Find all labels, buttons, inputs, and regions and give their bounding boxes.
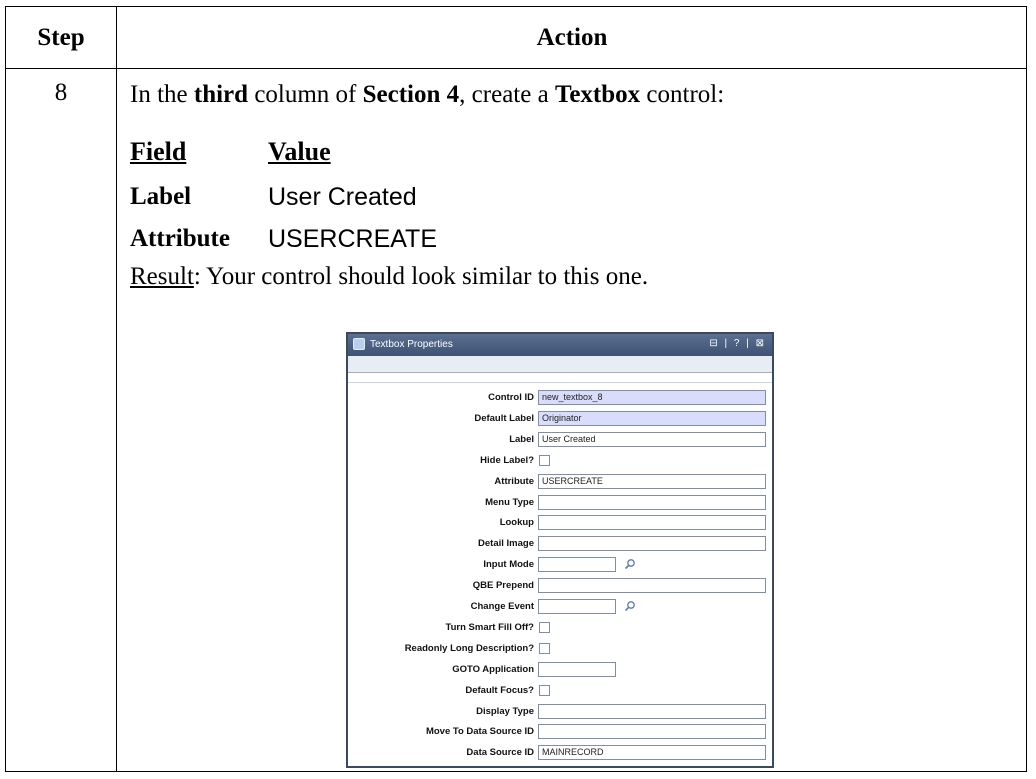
property-label-attribute: Attribute	[494, 475, 534, 487]
property-label-default-label: Default Label	[474, 412, 534, 424]
step-column-header: Step	[37, 24, 85, 51]
property-checkbox-turn-smart-fill-off[interactable]	[539, 621, 550, 633]
property-input-attribute[interactable]: USERCREATE	[538, 473, 766, 489]
result-text: Result: Your control should look similar…	[130, 263, 648, 291]
field-value-attribute: USERCREATE	[268, 225, 438, 253]
dialog-app-icon	[353, 338, 365, 350]
property-label-turn-smart-fill-off: Turn Smart Fill Off?	[445, 621, 535, 633]
column-divider	[116, 7, 117, 771]
property-label-goto-application: GOTO Application	[452, 663, 534, 675]
field-value-label: User Created	[268, 183, 417, 211]
dialog-title-bar: Textbox Properties ⊟ | ? | ⊠	[348, 334, 772, 356]
instruction-part: , create a	[459, 81, 555, 108]
property-input-move-to-data-source-id[interactable]	[538, 724, 766, 740]
property-label-qbe-prepend: QBE Prepend	[472, 580, 534, 592]
action-column-header: Action	[536, 24, 608, 51]
textbox-properties-dialog: Textbox Properties ⊟ | ? | ⊠ Control ID n…	[346, 332, 774, 768]
property-label-move-to-data-source-id: Move To Data Source ID	[425, 726, 534, 738]
value-column-heading: Value	[268, 137, 331, 166]
instruction-bold-control: Textbox	[554, 81, 641, 108]
property-label-detail-image: Detail Image	[478, 538, 534, 550]
result-description: : Your control should look similar to th…	[193, 263, 649, 290]
property-label-readonly-long-description: Readonly Long Description?	[404, 642, 534, 654]
property-input-detail-image[interactable]	[538, 536, 766, 552]
instruction-part: column of	[248, 81, 363, 108]
magnifier-icon[interactable]	[624, 600, 636, 612]
dialog-toolbar	[348, 356, 772, 373]
property-label-display-type: Display Type	[476, 705, 534, 717]
property-label-menu-type: Menu Type	[485, 496, 534, 508]
property-input-lookup[interactable]	[538, 515, 766, 531]
property-input-goto-application[interactable]	[538, 661, 616, 677]
instruction-text: In the third column of Section 4, create…	[130, 81, 724, 109]
instruction-bold-section: Section 4	[362, 81, 460, 108]
property-label-control-id: Control ID	[488, 392, 534, 403]
property-input-input-mode[interactable]	[538, 557, 616, 573]
field-column-heading: Field	[130, 137, 187, 166]
property-label-input-mode: Input Mode	[483, 559, 534, 571]
property-label-change-event: Change Event	[470, 601, 534, 612]
instruction-part: In the	[130, 81, 194, 108]
property-input-data-source-id[interactable]: MAINRECORD	[538, 745, 766, 761]
property-label-label: Label	[509, 433, 534, 445]
property-label-default-focus: Default Focus?	[465, 684, 534, 696]
property-checkbox-hide-label[interactable]	[539, 454, 550, 466]
field-name-label: Label	[130, 183, 192, 210]
property-checkbox-readonly-long-description[interactable]	[539, 642, 550, 654]
procedure-table: Step Action 8 In the third column of Sec…	[5, 6, 1027, 772]
property-input-display-type[interactable]	[538, 703, 766, 719]
dialog-title: Textbox Properties	[370, 339, 453, 350]
property-input-control-id[interactable]: new_textbox_8	[538, 390, 766, 405]
instruction-part: control:	[640, 81, 725, 108]
property-input-menu-type[interactable]	[538, 494, 766, 510]
property-input-default-label[interactable]: Originator	[538, 410, 766, 426]
field-name-attribute: Attribute	[130, 225, 230, 252]
property-input-change-event[interactable]	[538, 599, 616, 614]
property-label-data-source-id: Data Source ID	[466, 747, 534, 759]
dialog-window-buttons[interactable]: ⊟ | ? | ⊠	[709, 338, 766, 349]
property-input-qbe-prepend[interactable]	[538, 578, 766, 594]
result-label: Result	[130, 263, 194, 290]
property-checkbox-default-focus[interactable]	[539, 684, 550, 696]
instruction-bold-column: third	[193, 81, 249, 108]
dialog-divider	[348, 382, 772, 383]
step-number: 8	[54, 79, 68, 106]
property-input-label[interactable]: User Created	[538, 431, 766, 447]
property-label-hide-label: Hide Label?	[480, 454, 534, 466]
magnifier-icon[interactable]	[624, 558, 636, 570]
property-label-lookup: Lookup	[499, 517, 534, 529]
